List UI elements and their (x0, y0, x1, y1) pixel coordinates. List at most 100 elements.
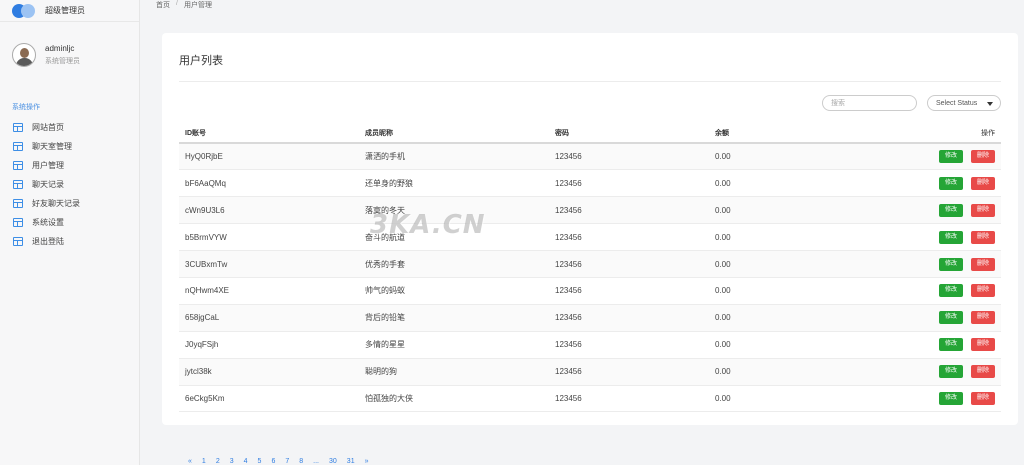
table-row: 658jgCaL 背后的铅笔 123456 0.00 修改 删除 (179, 304, 1001, 332)
cell-balance: 0.00 (709, 250, 869, 278)
cell-id: HyQ0RjbE (179, 143, 359, 171)
delete-button[interactable]: 删除 (971, 257, 995, 271)
breadcrumb-home[interactable]: 首页 (156, 0, 170, 10)
cell-nickname: 聪明的狗 (359, 358, 549, 386)
cell-nickname: 潇洒的手机 (359, 143, 549, 171)
delete-button[interactable]: 删除 (971, 230, 995, 244)
cell-id: jytcl38k (179, 358, 359, 386)
sidebar-item-friend-chat-logs[interactable]: 好友聊天记录 (0, 194, 139, 213)
sidebar-item-home[interactable]: 网站首页 (0, 118, 139, 137)
cell-balance: 0.00 (709, 143, 869, 171)
page-title: 用户列表 (179, 55, 223, 67)
page-link[interactable]: 1 (202, 458, 206, 465)
page-link[interactable]: 5 (258, 458, 262, 465)
table-header-row: ID账号 成员昵称 密码 余额 操作 (179, 123, 1001, 144)
cell-password: 123456 (549, 358, 709, 386)
divider (179, 81, 1001, 82)
page-link[interactable]: 4 (244, 458, 248, 465)
page-link[interactable]: 30 (329, 458, 337, 465)
cell-password: 123456 (549, 143, 709, 171)
sidebar-item-settings[interactable]: 系统设置 (0, 213, 139, 232)
edit-button[interactable]: 修改 (939, 230, 963, 244)
search-input[interactable] (822, 95, 917, 111)
page-link[interactable]: » (365, 458, 369, 465)
brand-logo (12, 3, 38, 18)
delete-button[interactable]: 删除 (971, 311, 995, 325)
table-row: bF6AaQMq 还单身的野狼 123456 0.00 修改 删除 (179, 169, 1001, 198)
cell-nickname: 背后的铅笔 (359, 304, 549, 332)
cell-balance: 0.00 (709, 196, 869, 225)
sidebar-item-label: 系统设置 (32, 218, 64, 227)
cell-nickname: 怕孤独的大侠 (359, 385, 549, 413)
cell-balance: 0.00 (709, 277, 869, 305)
delete-button[interactable]: 删除 (971, 284, 995, 298)
delete-button[interactable]: 删除 (971, 150, 995, 164)
cell-id: cWn9U3L6 (179, 196, 359, 225)
cell-actions: 修改 删除 (869, 169, 1001, 198)
edit-button[interactable]: 修改 (939, 176, 963, 190)
cell-actions: 修改 删除 (869, 143, 1001, 171)
brand-title: 超级管理员 (45, 6, 85, 15)
cell-balance: 0.00 (709, 169, 869, 198)
window-icon (13, 218, 23, 227)
page-link[interactable]: 8 (299, 458, 303, 465)
sidebar-item-label: 好友聊天记录 (32, 199, 80, 208)
delete-button[interactable]: 删除 (971, 176, 995, 190)
window-icon (13, 161, 23, 170)
cell-id: 6eCkg5Km (179, 385, 359, 413)
column-header-nickname[interactable]: 成员昵称 (359, 123, 549, 144)
delete-button[interactable]: 删除 (971, 203, 995, 217)
column-header-actions: 操作 (869, 123, 1001, 144)
table-row: 3CUBxmTw 优秀的手套 123456 0.00 修改 删除 (179, 250, 1001, 278)
table-row: 6eCkg5Km 怕孤独的大侠 123456 0.00 修改 删除 (179, 385, 1001, 413)
page-link[interactable]: « (188, 458, 192, 465)
table-row: J0yqFSjh 多情的星星 123456 0.00 修改 删除 (179, 331, 1001, 359)
edit-button[interactable]: 修改 (939, 150, 963, 164)
edit-button[interactable]: 修改 (939, 365, 963, 379)
page-link[interactable]: 6 (271, 458, 275, 465)
window-icon (13, 142, 23, 151)
table-row: HyQ0RjbE 潇洒的手机 123456 0.00 修改 删除 (179, 143, 1001, 171)
page-link[interactable]: 3 (230, 458, 234, 465)
status-select-value: Select Status (936, 99, 978, 107)
delete-button[interactable]: 删除 (971, 338, 995, 352)
cell-balance: 0.00 (709, 304, 869, 332)
window-icon (13, 123, 23, 132)
cell-actions: 修改 删除 (869, 250, 1001, 278)
edit-button[interactable]: 修改 (939, 311, 963, 325)
edit-button[interactable]: 修改 (939, 203, 963, 217)
edit-button[interactable]: 修改 (939, 284, 963, 298)
cell-actions: 修改 删除 (869, 385, 1001, 413)
page-link[interactable]: 2 (216, 458, 220, 465)
cell-actions: 修改 删除 (869, 331, 1001, 359)
sidebar-item-chatroom[interactable]: 聊天室管理 (0, 137, 139, 156)
sidebar-item-users[interactable]: 用户管理 (0, 156, 139, 175)
column-header-id[interactable]: ID账号 (179, 123, 359, 144)
avatar[interactable] (12, 43, 36, 67)
status-select[interactable]: Select Status (927, 95, 1001, 111)
page-link[interactable]: 7 (285, 458, 289, 465)
cell-nickname: 帅气的蚂蚁 (359, 277, 549, 305)
cell-actions: 修改 删除 (869, 304, 1001, 332)
brand: 超级管理员 (0, 0, 139, 22)
pagination: « 1 2 3 4 5 6 7 8... 30 31 » (188, 458, 369, 465)
cell-id: nQHwm4XE (179, 277, 359, 305)
cell-balance: 0.00 (709, 331, 869, 359)
delete-button[interactable]: 删除 (971, 391, 995, 405)
edit-button[interactable]: 修改 (939, 338, 963, 352)
column-header-password[interactable]: 密码 (549, 123, 709, 144)
cell-id: J0yqFSjh (179, 331, 359, 359)
page-link[interactable]: ... (313, 458, 319, 465)
edit-button[interactable]: 修改 (939, 257, 963, 271)
breadcrumb-separator: / (176, 0, 178, 7)
delete-button[interactable]: 删除 (971, 365, 995, 379)
user-list-card: 用户列表 Select Status ID账号 成员昵称 密码 余额 操作 Hy… (162, 33, 1018, 425)
column-header-balance[interactable]: 余额 (709, 123, 869, 144)
cell-password: 123456 (549, 196, 709, 225)
sidebar-item-logout[interactable]: 退出登陆 (0, 232, 139, 251)
user-profile[interactable]: adminljc 系统管理员 (0, 22, 139, 78)
cell-actions: 修改 删除 (869, 223, 1001, 252)
page-link[interactable]: 31 (347, 458, 355, 465)
edit-button[interactable]: 修改 (939, 391, 963, 405)
sidebar-item-chat-logs[interactable]: 聊天记录 (0, 175, 139, 194)
